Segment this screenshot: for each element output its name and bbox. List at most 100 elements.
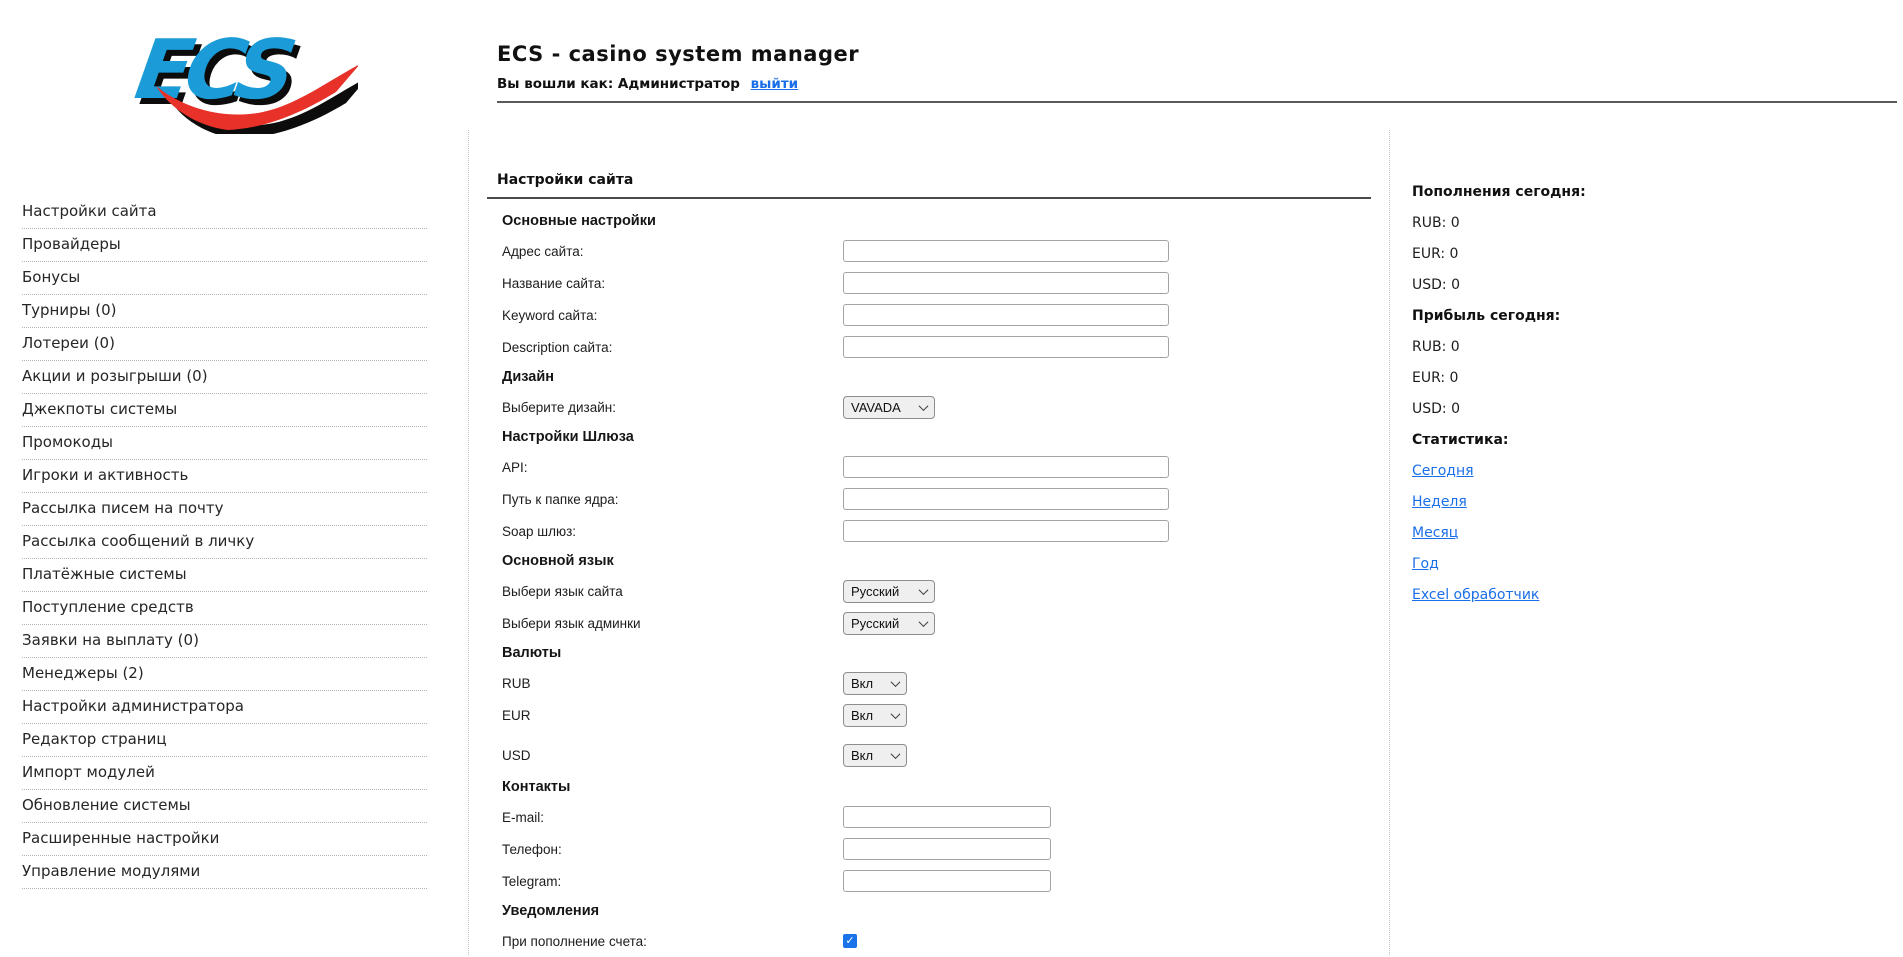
site-title-input[interactable]: [843, 272, 1169, 294]
email-label: E-mail:: [502, 809, 545, 825]
stats-deposits-usd: USD: 0: [1412, 277, 1460, 293]
row-soap-gateway: Soap шлюз:: [502, 515, 1371, 547]
site-title-label: Название сайта:: [502, 275, 606, 291]
logout-link[interactable]: выйти: [751, 76, 799, 92]
sidebar-item-5[interactable]: Акции и розыгрыши (0): [22, 361, 427, 394]
row-core-folder-path: Путь к папке ядра:: [502, 483, 1371, 515]
admin-language-label: Выбери язык админки: [502, 615, 641, 631]
sidebar-item-18[interactable]: Обновление системы: [22, 790, 427, 823]
core-folder-path-label: Путь к папке ядра:: [502, 491, 619, 507]
sidebar-item-3[interactable]: Турниры (0): [22, 295, 427, 328]
notify-on-deposit-checkbox[interactable]: ✓: [843, 934, 857, 948]
section-design-heading: Дизайн: [502, 369, 554, 385]
sidebar-item-19[interactable]: Расширенные настройки: [22, 823, 427, 856]
sidebar-item-10[interactable]: Рассылка сообщений в личку: [22, 526, 427, 559]
design-label: Выберите дизайн:: [502, 399, 616, 415]
chevron-down-icon: [890, 748, 901, 759]
row-email: E-mail:: [502, 801, 1371, 833]
eur-label: EUR: [502, 707, 531, 723]
chevron-down-icon: [918, 400, 929, 411]
sidebar-item-13[interactable]: Заявки на выплату (0): [22, 625, 427, 658]
section-gateway-heading: Настройки Шлюза: [502, 429, 634, 445]
page-title: Настройки сайта: [497, 172, 634, 188]
section-general-heading: Основные настройки: [502, 213, 656, 229]
header-divider: [497, 101, 1897, 103]
sidebar-item-20[interactable]: Управление модулями: [22, 856, 427, 889]
sidebar-item-15[interactable]: Настройки администратора: [22, 691, 427, 724]
app-title: ECS - casino system manager: [497, 42, 860, 66]
section-notifications-heading: Уведомления: [502, 903, 600, 919]
chevron-down-icon: [918, 616, 929, 627]
site-description-input[interactable]: [843, 336, 1169, 358]
admin-language-select[interactable]: Русский: [843, 611, 935, 635]
stats-profit-header: Прибыль сегодня:: [1412, 308, 1561, 324]
sidebar-item-17[interactable]: Импорт модулей: [22, 757, 427, 790]
sidebar-item-16[interactable]: Редактор страниц: [22, 724, 427, 757]
stats-link-year[interactable]: Год: [1412, 556, 1439, 572]
row-usd: USD Вкл: [502, 739, 1371, 771]
rub-select[interactable]: Вкл: [843, 671, 907, 695]
eur-select[interactable]: Вкл: [843, 703, 907, 727]
sidebar-item-2[interactable]: Бонусы: [22, 262, 427, 295]
section-currencies-heading: Валюты: [502, 645, 562, 661]
stats-profit-usd: USD: 0: [1412, 401, 1460, 417]
row-design: Выберите дизайн: VAVADA: [502, 391, 1371, 423]
stats-deposits-rub: RUB: 0: [1412, 215, 1460, 231]
row-admin-language: Выбери язык админки Русский: [502, 607, 1371, 639]
email-input[interactable]: [843, 806, 1051, 828]
row-site-title: Название сайта:: [502, 267, 1371, 299]
stats-link-month[interactable]: Месяц: [1412, 525, 1458, 541]
stats-link-today[interactable]: Сегодня: [1412, 463, 1474, 479]
row-phone: Телефон:: [502, 833, 1371, 865]
logo-text: ECS: [129, 22, 298, 117]
design-select[interactable]: VAVADA: [843, 395, 935, 419]
sidebar-item-8[interactable]: Игроки и активность: [22, 460, 427, 493]
notify-on-deposit-label: При пополнение счета:: [502, 933, 647, 949]
row-rub: RUB Вкл: [502, 667, 1371, 699]
row-site-language: Выбери язык сайта Русский: [502, 575, 1371, 607]
sidebar-item-0[interactable]: Настройки сайта: [22, 196, 427, 229]
row-section-design: Дизайн: [502, 363, 1371, 391]
phone-label: Телефон:: [502, 841, 562, 857]
sidebar-item-12[interactable]: Поступление средств: [22, 592, 427, 625]
stats-link-week[interactable]: Неделя: [1412, 494, 1467, 510]
usd-select[interactable]: Вкл: [843, 743, 907, 767]
sidebar-item-1[interactable]: Провайдеры: [22, 229, 427, 262]
sidebar-item-6[interactable]: Джекпоты системы: [22, 394, 427, 427]
telegram-input[interactable]: [843, 870, 1051, 892]
telegram-label: Telegram:: [502, 873, 562, 889]
site-language-select[interactable]: Русский: [843, 579, 935, 603]
core-folder-path-input[interactable]: [843, 488, 1169, 510]
soap-gateway-input[interactable]: [843, 520, 1169, 542]
section-language-heading: Основной язык: [502, 553, 614, 569]
sidebar-item-11[interactable]: Платёжные системы: [22, 559, 427, 592]
title-divider: [487, 197, 1371, 199]
site-address-input[interactable]: [843, 240, 1169, 262]
soap-gateway-label: Soap шлюз:: [502, 523, 577, 539]
sidebar-item-7[interactable]: Промокоды: [22, 427, 427, 460]
login-text: Вы вошли как: Администратор: [497, 76, 740, 92]
phone-input[interactable]: [843, 838, 1051, 860]
settings-panel: Настройки сайта Основные настройки Адрес …: [468, 130, 1390, 955]
row-site-keyword: Keyword сайта:: [502, 299, 1371, 331]
chevron-down-icon: [918, 584, 929, 595]
settings-form: Основные настройки Адрес сайта: Название с…: [487, 207, 1371, 957]
row-site-address: Адрес сайта:: [502, 235, 1371, 267]
stats-link-excel-handler[interactable]: Excel обработчик: [1412, 587, 1539, 603]
site-language-selected-value: Русский: [851, 583, 900, 599]
sidebar-item-9[interactable]: Рассылка писем на почту: [22, 493, 427, 526]
api-input[interactable]: [843, 456, 1169, 478]
row-notify-on-deposit: При пополнение счета: ✓: [502, 925, 1371, 957]
site-keyword-label: Keyword сайта:: [502, 307, 598, 323]
row-site-description: Description сайта:: [502, 331, 1371, 363]
site-keyword-input[interactable]: [843, 304, 1169, 326]
section-contacts-heading: Контакты: [502, 779, 571, 795]
sidebar-item-14[interactable]: Менеджеры (2): [22, 658, 427, 691]
row-section-language: Основной язык: [502, 547, 1371, 575]
admin-language-selected-value: Русский: [851, 615, 900, 631]
sidebar-item-4[interactable]: Лотереи (0): [22, 328, 427, 361]
eur-selected-value: Вкл: [851, 707, 874, 723]
chevron-down-icon: [890, 676, 901, 687]
stats-profit-eur: EUR: 0: [1412, 370, 1459, 386]
site-language-label: Выбери язык сайта: [502, 583, 623, 599]
